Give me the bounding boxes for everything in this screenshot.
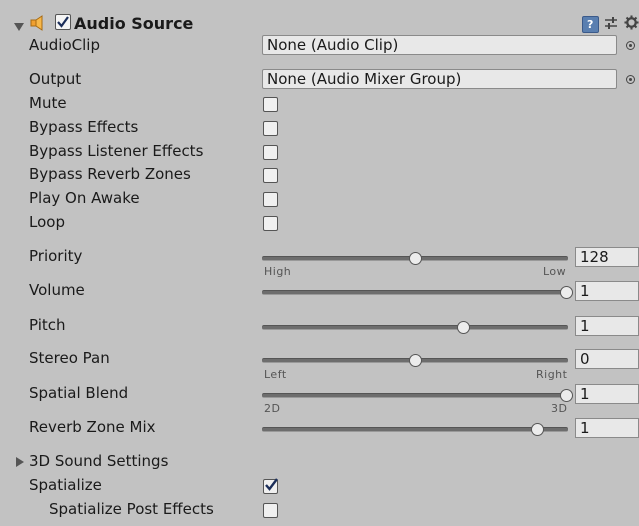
output-picker-icon[interactable] [626,75,635,84]
mute-checkbox[interactable] [263,97,278,112]
spatial-blend-label: Spatial Blend [29,384,129,402]
spatial-blend-value-field[interactable]: 1 [575,384,639,404]
play-on-awake-label: Play On Awake [29,189,140,207]
priority-max-label: Low [543,265,567,278]
component-title: Audio Source [74,14,194,33]
volume-label: Volume [29,281,85,299]
bypass-listener-effects-checkbox[interactable] [263,145,278,160]
mute-label: Mute [29,94,67,112]
volume-slider-track[interactable] [262,290,568,295]
bypass-reverb-zones-checkbox[interactable] [263,168,278,183]
stereo-pan-max-label: Right [536,368,568,381]
priority-value-field[interactable]: 128 [575,247,639,267]
speaker-icon [30,15,43,31]
spatialize-post-effects-checkbox[interactable] [263,503,278,518]
pitch-slider-track[interactable] [262,325,568,330]
audioclip-picker-icon[interactable] [626,41,635,50]
play-on-awake-checkbox[interactable] [263,192,278,207]
output-field[interactable]: None (Audio Mixer Group) [262,69,617,89]
preset-icon[interactable] [604,16,618,31]
volume-slider-thumb[interactable] [560,286,573,299]
reverb-zone-mix-label: Reverb Zone Mix [29,418,156,436]
pitch-slider-thumb[interactable] [457,321,471,334]
spatial-blend-min-label: 2D [264,402,281,415]
priority-slider-thumb[interactable] [408,252,422,265]
bypass-effects-checkbox[interactable] [263,121,278,136]
loop-label: Loop [29,213,65,231]
bypass-effects-label: Bypass Effects [29,118,139,136]
bypass-listener-effects-label: Bypass Listener Effects [29,142,204,160]
sound-settings-foldout-label[interactable]: 3D Sound Settings [29,452,168,470]
checkmark-icon [265,478,278,491]
pitch-label: Pitch [29,316,66,334]
inspector-panel: Audio Source ? AudioClip None (Audio Cli… [0,0,639,526]
audioclip-label: AudioClip [29,36,100,54]
component-header[interactable]: Audio Source ? [0,8,639,38]
stereo-pan-min-label: Left [264,368,287,381]
help-icon[interactable]: ? [582,16,599,33]
pitch-value-field[interactable]: 1 [575,316,639,336]
component-enabled-checkbox[interactable] [55,14,71,30]
priority-label: Priority [29,247,83,265]
loop-checkbox[interactable] [263,216,278,231]
foldout-arrow-icon[interactable] [14,23,24,31]
spatialize-post-effects-label: Spatialize Post Effects [49,500,214,518]
stereo-pan-slider-thumb[interactable] [408,354,422,367]
reverb-zone-mix-value-field[interactable]: 1 [575,418,639,438]
audioclip-field[interactable]: None (Audio Clip) [262,35,617,55]
priority-min-label: High [264,265,292,278]
spatialize-checkbox[interactable] [263,478,278,494]
stereo-pan-value-field[interactable]: 0 [575,349,639,369]
reverb-zone-mix-slider-thumb[interactable] [530,423,544,436]
volume-value-field[interactable]: 1 [575,281,639,301]
gear-icon[interactable] [624,15,639,30]
spatial-blend-slider-thumb[interactable] [560,389,573,402]
spatial-blend-max-label: 3D [551,402,568,415]
reverb-zone-mix-slider-track[interactable] [262,427,568,432]
spatial-blend-slider-track[interactable] [262,393,568,398]
spatialize-label: Spatialize [29,476,102,494]
output-label: Output [29,70,82,88]
bypass-reverb-zones-label: Bypass Reverb Zones [29,165,191,183]
stereo-pan-label: Stereo Pan [29,349,110,367]
sound-settings-foldout-icon[interactable] [16,457,24,467]
